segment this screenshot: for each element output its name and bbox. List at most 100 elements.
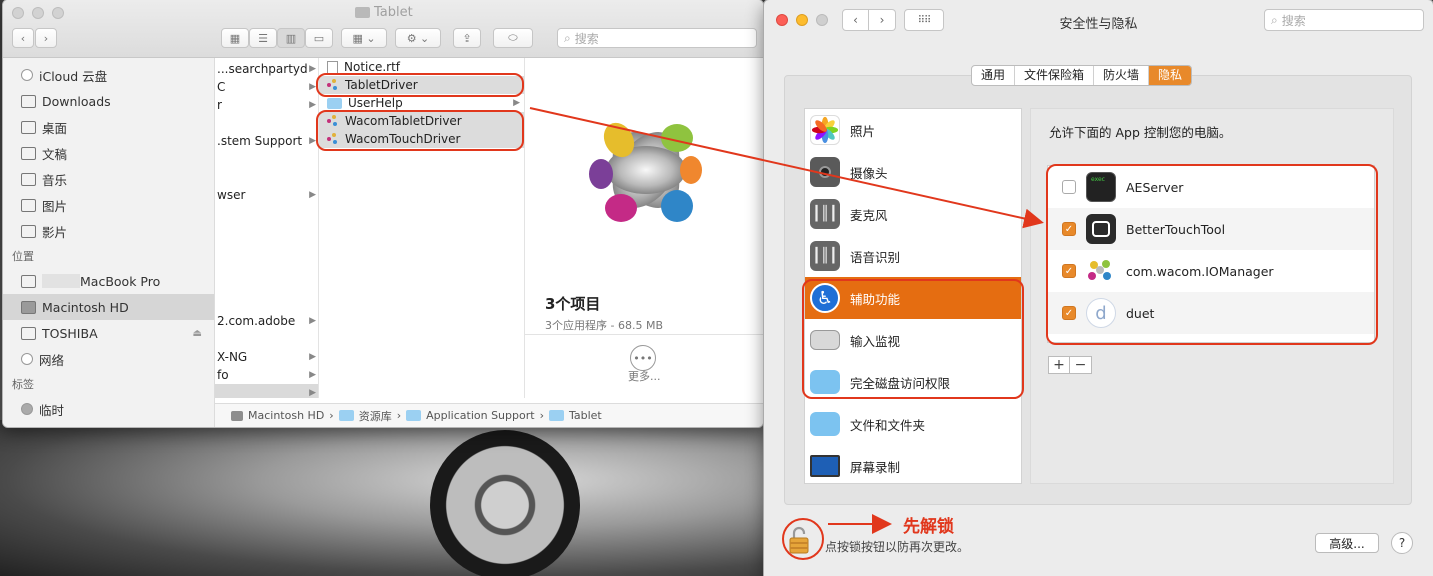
pictures-icon [21, 198, 36, 212]
wallpaper-wheel [430, 430, 580, 576]
category-camera[interactable]: 摄像头 [805, 151, 1021, 193]
file-row-userhelp[interactable]: UserHelp ▶ [319, 94, 524, 112]
finder-search-field[interactable]: ⌕ 搜索 [557, 28, 757, 48]
sidebar-item-macintosh-hd[interactable]: Macintosh HD [3, 294, 214, 320]
path-item-tablet[interactable]: Tablet [569, 409, 602, 422]
file-row-wacomtouchdriver[interactable]: WacomTouchDriver [319, 130, 524, 148]
column1-row[interactable]: X-NG ▶ [215, 348, 318, 366]
close-button[interactable] [12, 7, 24, 19]
share-icon: ⇪ [462, 31, 472, 45]
file-row-wacomtabletdriver[interactable]: WacomTabletDriver [319, 112, 524, 130]
category-screen-recording[interactable]: 屏幕录制 [805, 445, 1021, 483]
column1-row[interactable]: ...searchpartyd ▶ [215, 60, 318, 78]
column1-row[interactable]: .stem Support ▶ [215, 132, 318, 150]
photos-icon [810, 115, 840, 145]
folder-icon [327, 97, 342, 109]
path-separator-icon: › [539, 409, 544, 422]
sidebar-item-macbook[interactable]: MacBook Pro [3, 268, 214, 294]
app-checkbox-duet[interactable]: ✓ [1062, 306, 1076, 320]
chevron-right-icon: ▶ [309, 352, 316, 362]
wacom-app-icon [1086, 256, 1116, 286]
lock-icon[interactable] [789, 525, 809, 555]
accessibility-icon: ♿ [810, 283, 840, 313]
sidebar-item-downloads[interactable]: Downloads [3, 88, 214, 114]
chevron-right-icon: ▶ [309, 100, 316, 110]
laptop-icon [21, 274, 36, 288]
desktop-icon [21, 120, 36, 134]
list-view-button[interactable]: ☰ [249, 28, 277, 48]
sidebar-header-locations: 位置 [12, 250, 34, 263]
column1-selected-row[interactable]: ▶ [215, 384, 318, 398]
chevron-left-icon: ‹ [20, 31, 26, 45]
hard-drive-icon [21, 300, 36, 314]
remove-app-button[interactable]: − [1070, 356, 1092, 374]
tag-icon: ⬭ [508, 31, 518, 44]
sidebar-item-pictures[interactable]: 图片 [3, 192, 214, 218]
file-row-notice[interactable]: Notice.rtf [319, 58, 524, 76]
sidebar-item-documents[interactable]: 文稿 [3, 140, 214, 166]
search-icon: ⌕ [564, 30, 571, 45]
search-icon: ⌕ [1271, 12, 1278, 27]
category-speech-recognition[interactable]: ┃║┃ 语音识别 [805, 235, 1021, 277]
prefs-search-field[interactable]: ⌕ 搜索 [1264, 9, 1424, 31]
app-checkbox-bettertouchtool[interactable]: ✓ [1062, 222, 1076, 236]
advanced-button[interactable]: 高级... [1315, 533, 1379, 553]
back-button[interactable]: ‹ [12, 28, 34, 48]
document-icon [21, 146, 36, 160]
sidebar-item-toshiba[interactable]: TOSHIBA ⏏ [3, 320, 214, 346]
column1-row[interactable]: 2.com.adobe ▶ [215, 312, 318, 330]
tab-privacy[interactable]: 隐私 [1149, 66, 1192, 85]
share-button[interactable]: ⇪ [453, 28, 481, 48]
chevron-right-icon: ▶ [309, 316, 316, 326]
forward-button[interactable]: › [35, 28, 57, 48]
column1-row[interactable]: r ▶ [215, 96, 318, 114]
path-item-library[interactable]: 资源库 [359, 408, 392, 424]
category-photos[interactable]: 照片 [805, 109, 1021, 151]
more-label: 更多... [628, 370, 661, 383]
camera-icon [810, 157, 840, 187]
column-view-button[interactable]: ▥ [277, 28, 305, 48]
tab-filevault[interactable]: 文件保险箱 [1015, 66, 1095, 85]
path-item-macintosh-hd[interactable]: Macintosh HD [248, 409, 324, 422]
app-checkbox-aeserver[interactable] [1062, 180, 1076, 194]
chevron-right-icon: ▶ [309, 64, 316, 74]
rtf-file-icon [327, 60, 338, 74]
column1-row[interactable]: fo ▶ [215, 366, 318, 384]
minimize-button[interactable] [32, 7, 44, 19]
eject-icon[interactable]: ⏏ [193, 328, 202, 339]
app-row-bettertouchtool: ✓ BetterTouchTool [1048, 208, 1374, 250]
keyboard-icon [810, 330, 840, 350]
zoom-button[interactable] [52, 7, 64, 19]
column1-row[interactable]: C ▶ [215, 78, 318, 96]
tab-general[interactable]: 通用 [972, 66, 1016, 85]
sidebar-item-network[interactable]: 网络 [3, 346, 214, 372]
prefs-toolbar: ‹ › ⠿⠿ 安全性与隐私 ⌕ 搜索 [764, 0, 1433, 40]
sidebar-item-movies[interactable]: 影片 [3, 218, 214, 244]
speech-waveform-icon: ┃║┃ [810, 241, 840, 271]
path-item-application-support[interactable]: Application Support [426, 409, 534, 422]
tab-firewall[interactable]: 防火墙 [1094, 66, 1150, 85]
add-app-button[interactable]: + [1048, 356, 1070, 374]
sidebar-item-desktop[interactable]: 桌面 [3, 114, 214, 140]
group-button[interactable]: ▦ ⌄ [341, 28, 387, 48]
wacom-logo-icon [589, 122, 702, 222]
tag-button[interactable]: ⬭ [493, 28, 533, 48]
gallery-view-button[interactable]: ▭ [305, 28, 333, 48]
sidebar-item-tag-temp[interactable]: 临时 [3, 396, 214, 422]
file-row-tabletdriver[interactable]: TabletDriver [319, 76, 524, 94]
category-microphone[interactable]: ┃║┃ 麦克风 [805, 193, 1021, 235]
sidebar-item-music[interactable]: 音乐 [3, 166, 214, 192]
category-files-and-folders[interactable]: 文件和文件夹 [805, 403, 1021, 445]
category-accessibility[interactable]: ♿ 辅助功能 [805, 277, 1021, 319]
action-button[interactable]: ⚙ ⌄ [395, 28, 441, 48]
wacom-app-icon [327, 79, 339, 91]
icon-view-button[interactable]: ▦ [221, 28, 249, 48]
duet-icon: d [1086, 298, 1116, 328]
sidebar-item-icloud[interactable]: iCloud 云盘 [3, 62, 214, 88]
app-checkbox-wacom-iomanager[interactable]: ✓ [1062, 264, 1076, 278]
category-input-monitoring[interactable]: 输入监视 [805, 319, 1021, 361]
window-title: Tablet [355, 5, 413, 20]
help-button[interactable]: ? [1391, 532, 1413, 554]
category-full-disk-access[interactable]: 完全磁盘访问权限 [805, 361, 1021, 403]
column1-row[interactable]: wser ▶ [215, 186, 318, 204]
